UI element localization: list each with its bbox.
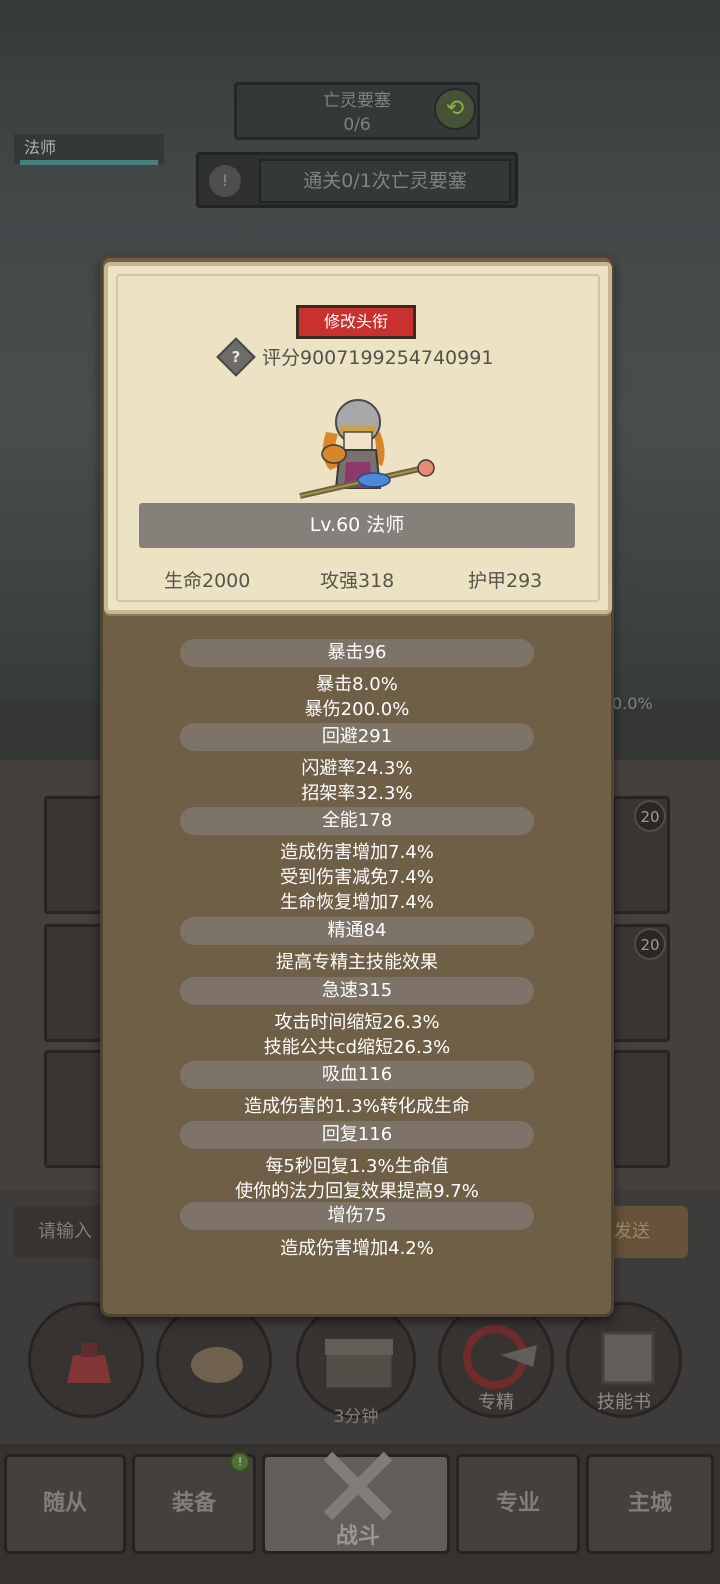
stat-section-title: 急速315 [180,977,534,1005]
stat-section-title: 精通84 [180,917,534,945]
stat-line: 暴击8.0% [316,674,398,695]
score-value: 评分9007199254740991 [262,347,494,369]
stat-line: 提高专精主技能效果 [276,952,438,973]
help-icon[interactable]: ? [216,337,256,377]
attack-power-stat: 攻强318 [320,570,395,592]
stat-line: 闪避率24.3% [301,758,413,779]
stat-line: 造成伤害的1.3%转化成生命 [244,1096,470,1117]
stat-line: 暴伤200.0% [304,699,410,720]
stat-section-title: 暴击96 [180,639,534,667]
hp-stat: 生命2000 [164,570,251,592]
stat-line: 每5秒回复1.3%生命值 [265,1156,449,1177]
mage-avatar [299,399,435,499]
stat-line: 生命恢复增加7.4% [280,892,434,913]
stat-line: 受到伤害减免7.4% [280,867,434,888]
level-class-bar: Lv.60 法师 [139,503,575,548]
stat-line: 使你的法力回复效果提高9.7% [235,1181,479,1202]
stat-line: 造成伤害增加7.4% [280,842,434,863]
stat-section-title: 回复116 [180,1121,534,1149]
score-row: ? 评分9007199254740991 [216,337,522,377]
stat-section-title: 全能178 [180,807,534,835]
armor-stat: 护甲293 [468,570,543,592]
stat-line: 技能公共cd缩短26.3% [263,1037,451,1058]
stat-section-title: 吸血116 [180,1061,534,1089]
change-title-button[interactable]: 修改头衔 [296,305,416,339]
stat-section-title: 增伤75 [180,1202,534,1230]
stat-line: 造成伤害增加4.2% [280,1238,434,1259]
stat-line: 招架率32.3% [301,783,413,804]
stat-line: 攻击时间缩短26.3% [274,1012,440,1033]
stat-section-title: 回避291 [180,723,534,751]
